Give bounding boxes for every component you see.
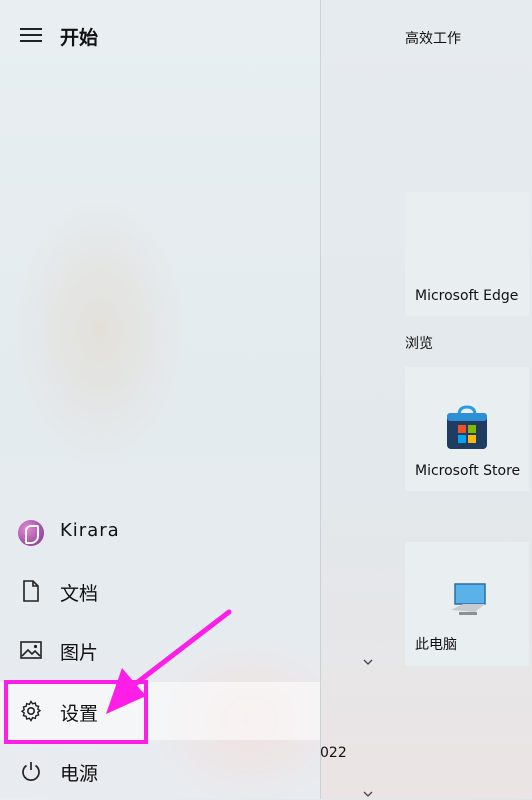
partial-text: 022	[320, 745, 347, 761]
tile-label: Microsoft Store	[415, 463, 521, 479]
tile-microsoft-edge[interactable]: Microsoft Edge	[405, 192, 529, 316]
power-icon	[22, 762, 40, 781]
nav-item-pictures[interactable]: 图片	[0, 621, 320, 679]
store-icon	[447, 405, 487, 449]
user-account-item[interactable]: Kirara	[0, 503, 320, 561]
tile-microsoft-store[interactable]: Microsoft Store	[405, 367, 529, 491]
tile-group-label: 浏览	[405, 336, 433, 352]
chevron-down-icon[interactable]	[363, 789, 373, 799]
computer-icon	[451, 583, 486, 615]
chevron-down-icon[interactable]	[363, 657, 373, 667]
tile-this-pc[interactable]: 此电脑	[405, 542, 529, 666]
hamburger-menu-icon[interactable]	[20, 28, 42, 44]
tile-label: 此电脑	[415, 637, 457, 653]
tile-group-label: 高效工作	[405, 31, 461, 47]
avatar	[18, 520, 44, 546]
nav-item-label: 电源	[60, 763, 99, 785]
nav-item-label: 文档	[60, 583, 99, 605]
start-menu-title: 开始	[60, 27, 99, 49]
nav-item-label: 图片	[60, 642, 99, 664]
nav-item-power[interactable]: 电源	[0, 742, 320, 800]
pictures-icon	[20, 641, 42, 659]
highlight-box	[4, 680, 148, 744]
user-name: Kirara	[60, 520, 120, 541]
document-icon	[23, 580, 39, 602]
start-menu-header: 开始	[0, 0, 320, 72]
nav-item-documents[interactable]: 文档	[0, 562, 320, 620]
tile-label: Microsoft Edge	[415, 288, 519, 304]
